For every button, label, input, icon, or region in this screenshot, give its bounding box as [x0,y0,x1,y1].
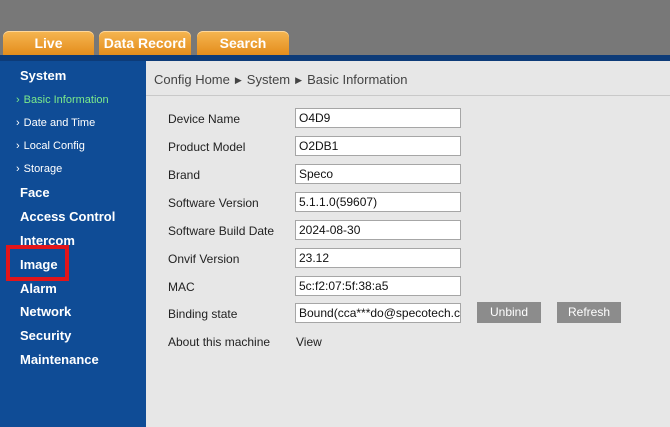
sidebar-item-local-config[interactable]: › Local Config [16,138,85,154]
binding-state-label: Binding state [168,307,238,321]
sidebar-section-maintenance[interactable]: Maintenance [20,351,99,369]
tab-data-record[interactable]: Data Record [99,31,191,55]
breadcrumb-current-page: Basic Information [307,72,408,87]
sidebar-item-label: Basic Information [23,94,109,106]
sidebar-section-network[interactable]: Network [20,303,71,321]
software-version-label: Software Version [168,196,259,210]
unbind-button[interactable]: Unbind [477,302,541,323]
chevron-right-icon: › [16,117,20,129]
about-machine-label: About this machine [168,335,271,349]
software-build-date-field[interactable]: 2024-08-30 [295,220,461,240]
breadcrumb: Config Home ▶ System ▶ Basic Information [154,72,408,88]
chevron-right-icon: › [16,94,20,106]
tab-live[interactable]: Live [3,31,94,55]
onvif-version-field[interactable]: 23.12 [295,248,461,268]
brand-label: Brand [168,168,201,182]
brand-field[interactable]: Speco [295,164,461,184]
software-version-field[interactable]: 5.1.1.0(59607) [295,192,461,212]
chevron-right-icon: › [16,140,20,152]
product-model-field[interactable]: O2DB1 [295,136,461,156]
sidebar-item-label: Date and Time [23,117,96,129]
sidebar-section-system[interactable]: System [20,67,66,85]
sidebar-section-access-control[interactable]: Access Control [20,208,115,226]
breadcrumb-home[interactable]: Config Home [154,72,230,87]
product-model-label: Product Model [168,140,246,154]
breadcrumb-arrow-icon: ▶ [234,75,242,85]
sidebar-item-storage[interactable]: › Storage [16,161,62,177]
software-build-date-label: Software Build Date [168,224,275,238]
refresh-button[interactable]: Refresh [557,302,621,323]
tab-search[interactable]: Search [197,31,289,55]
sidebar-section-security[interactable]: Security [20,327,71,345]
device-name-label: Device Name [168,112,241,126]
sidebar-item-label: Local Config [23,140,85,152]
sidebar-item-basic-information[interactable]: › Basic Information [16,92,109,108]
mac-field[interactable]: 5c:f2:07:5f:38:a5 [295,276,461,296]
device-name-field[interactable]: O4D9 [295,108,461,128]
mac-label: MAC [168,280,195,294]
sidebar-section-alarm[interactable]: Alarm [20,280,57,298]
onvif-version-label: Onvif Version [168,252,240,266]
sidebar-item-label: Storage [23,163,63,175]
binding-state-field[interactable]: Bound(cca***do@specotech.com) [295,303,461,323]
chevron-right-icon: › [16,163,20,175]
breadcrumb-divider [146,95,670,96]
sidebar-section-face[interactable]: Face [20,184,50,202]
breadcrumb-system[interactable]: System [247,72,290,87]
highlight-box [6,245,69,281]
breadcrumb-arrow-icon: ▶ [295,75,303,85]
sidebar-item-date-and-time[interactable]: › Date and Time [16,115,95,131]
about-view-link[interactable]: View [296,334,322,350]
